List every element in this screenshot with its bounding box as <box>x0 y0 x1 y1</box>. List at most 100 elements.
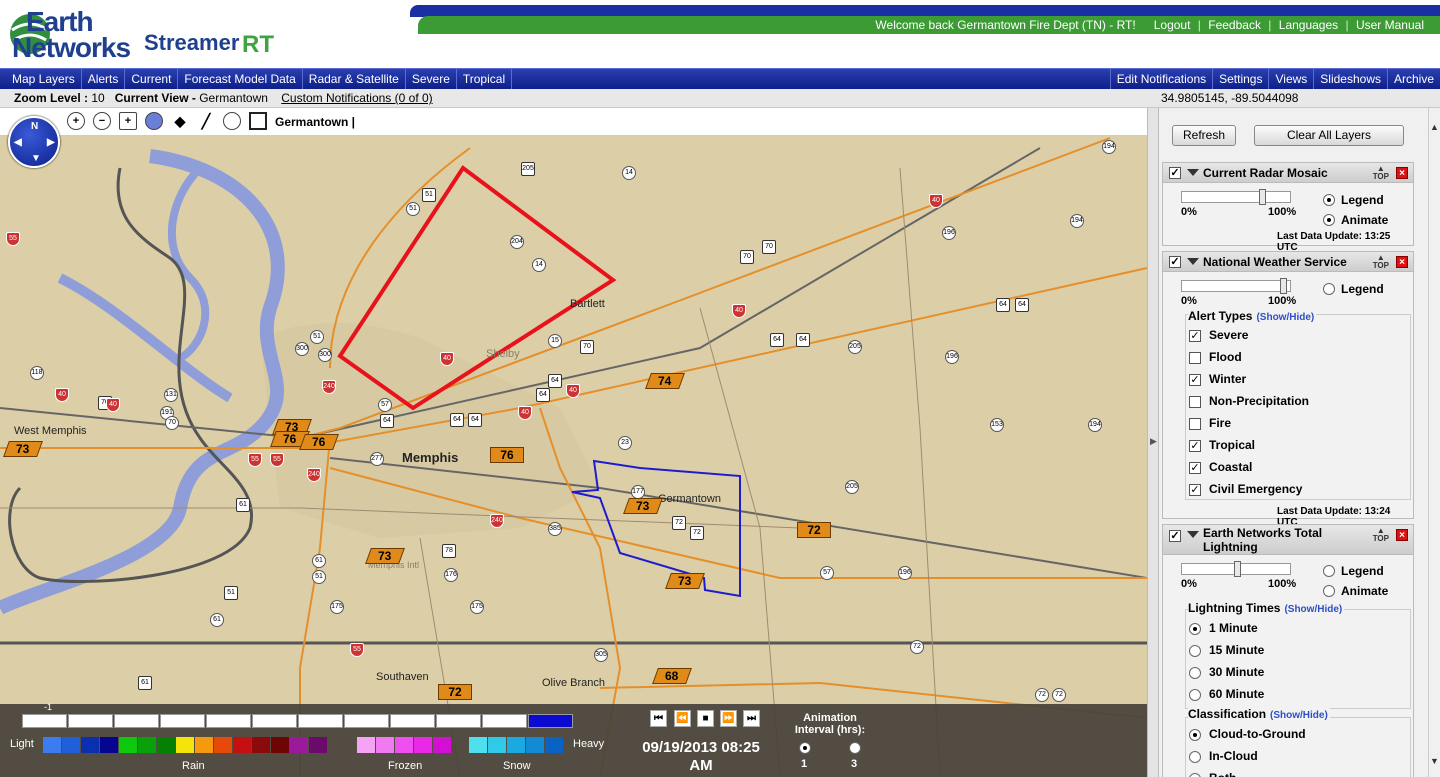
alert-type-checkbox[interactable] <box>1189 440 1201 452</box>
temp-observation[interactable]: 68 <box>652 668 692 684</box>
radar-legend-radio[interactable] <box>1323 194 1335 206</box>
classification-radio[interactable] <box>1189 751 1201 763</box>
radar-animate-radio[interactable] <box>1323 214 1335 226</box>
temp-observation[interactable]: 74 <box>645 373 685 389</box>
scroll-up-icon[interactable]: ▲ <box>1430 122 1439 132</box>
refresh-button[interactable]: Refresh <box>1172 125 1236 146</box>
lightning-times-show-hide-link[interactable]: (Show/Hide) <box>1284 604 1342 615</box>
scroll-down-icon[interactable]: ▼ <box>1430 756 1439 766</box>
lightning-time-radio[interactable] <box>1189 645 1201 657</box>
snow-swatch <box>507 737 525 753</box>
pan-compass-icon[interactable]: N ◀ ▶ ▼ <box>8 116 60 168</box>
panel-splitter[interactable]: ▶ <box>1147 108 1159 777</box>
temp-observation[interactable]: 73 <box>3 441 43 457</box>
lightning-time-radio[interactable] <box>1189 667 1201 679</box>
alert-type-checkbox[interactable] <box>1189 374 1201 386</box>
stop-button[interactable]: ■ <box>697 710 714 727</box>
alert-type-label: Fire <box>1209 416 1232 430</box>
nav-current[interactable]: Current <box>125 69 179 89</box>
fast-forward-button[interactable]: ⏩ <box>720 710 737 727</box>
alert-type-checkbox[interactable] <box>1189 396 1201 408</box>
last-frame-button[interactable]: ⏭ <box>743 710 760 727</box>
nav-map-layers[interactable]: Map Layers <box>0 69 82 89</box>
lightning-time-radio[interactable] <box>1189 689 1201 701</box>
alert-types-show-hide-link[interactable]: (Show/Hide) <box>1256 312 1314 323</box>
nav-settings[interactable]: Settings <box>1212 69 1268 89</box>
classification-radio[interactable] <box>1189 729 1201 741</box>
nav-radar-satellite[interactable]: Radar & Satellite <box>303 69 406 89</box>
interval-3-radio[interactable] <box>849 742 861 754</box>
alert-type-checkbox[interactable] <box>1189 330 1201 342</box>
lightning-opacity-thumb[interactable] <box>1233 561 1241 577</box>
radar-opacity-slider[interactable] <box>1181 189 1291 205</box>
draw-circle-icon[interactable] <box>223 112 241 130</box>
user-manual-link[interactable]: User Manual <box>1356 18 1424 32</box>
alert-type-checkbox[interactable] <box>1189 484 1201 496</box>
lightning-legend-radio[interactable] <box>1323 565 1335 577</box>
remove-layer-button[interactable]: × <box>1396 167 1408 179</box>
clear-all-layers-button[interactable]: Clear All Layers <box>1254 125 1404 146</box>
alert-type-checkbox[interactable] <box>1189 462 1201 474</box>
lightning-layer-checkbox[interactable] <box>1169 530 1181 542</box>
alert-type-checkbox[interactable] <box>1189 352 1201 364</box>
nav-edit-notifications[interactable]: Edit Notifications <box>1109 69 1212 89</box>
nws-legend-radio[interactable] <box>1323 283 1335 295</box>
temp-observation[interactable]: 73 <box>365 548 405 564</box>
remove-layer-button[interactable]: × <box>1396 256 1408 268</box>
nav-forecast-model-data[interactable]: Forecast Model Data <box>178 69 303 89</box>
legend-heavy-label: Heavy <box>573 738 605 750</box>
interstate-shield: 40 <box>55 388 69 402</box>
route-shield: 305 <box>594 648 608 662</box>
alert-type-checkbox[interactable] <box>1189 418 1201 430</box>
nws-layer-checkbox[interactable] <box>1169 256 1181 268</box>
zoom-box-icon[interactable]: + <box>119 112 137 130</box>
classification-label: In-Cloud <box>1209 749 1258 763</box>
map-canvas[interactable]: 205 14 51 51 40 204 14 55 194 194 196 70… <box>0 108 1147 777</box>
move-top-button[interactable]: ▲ TOP <box>1373 527 1389 543</box>
nav-alerts[interactable]: Alerts <box>82 69 126 89</box>
custom-notifications-link[interactable]: Custom Notifications (0 of 0) <box>281 91 432 105</box>
collapse-arrow-icon[interactable] <box>1187 531 1199 538</box>
nav-severe[interactable]: Severe <box>406 69 457 89</box>
first-frame-button[interactable]: ⏮ <box>650 710 667 727</box>
nws-opacity-thumb[interactable] <box>1279 278 1287 294</box>
interval-1-radio[interactable] <box>799 742 811 754</box>
temp-observation[interactable]: 73 <box>665 573 705 589</box>
route-shield: 175 <box>470 600 484 614</box>
rewind-button[interactable]: ⏪ <box>674 710 691 727</box>
nav-tropical[interactable]: Tropical <box>457 69 513 89</box>
sidebar-scrollbar[interactable]: ▲ ▼ <box>1428 108 1440 777</box>
collapse-arrow-icon[interactable] <box>1187 258 1199 265</box>
nav-archive[interactable]: Archive <box>1386 69 1440 89</box>
radar-layer-checkbox[interactable] <box>1169 167 1181 179</box>
interstate-shield: 240 <box>490 514 504 528</box>
radar-opacity-thumb[interactable] <box>1259 189 1267 205</box>
draw-line-icon[interactable]: ╱ <box>197 112 215 130</box>
nav-views[interactable]: Views <box>1268 69 1313 89</box>
zoom-in-icon[interactable]: + <box>67 112 85 130</box>
lightning-time-radio[interactable] <box>1189 623 1201 635</box>
classification-show-hide-link[interactable]: (Show/Hide) <box>1270 710 1328 721</box>
remove-layer-button[interactable]: × <box>1396 529 1408 541</box>
eraser-icon[interactable]: ◆ <box>171 112 189 130</box>
nav-slideshows[interactable]: Slideshows <box>1313 69 1387 89</box>
lightning-animate-radio[interactable] <box>1323 585 1335 597</box>
temp-observation[interactable]: 73 <box>623 498 663 514</box>
lightning-opacity-slider[interactable] <box>1181 561 1291 577</box>
temp-observation[interactable]: 76 <box>490 447 524 463</box>
logout-link[interactable]: Logout <box>1154 18 1191 32</box>
view-label: Current View - <box>114 91 196 105</box>
temp-observation[interactable]: 72 <box>797 522 831 538</box>
zoom-out-icon[interactable]: − <box>93 112 111 130</box>
temp-observation[interactable]: 76 <box>299 434 339 450</box>
radar-scale-cell <box>298 714 343 728</box>
languages-link[interactable]: Languages <box>1279 18 1338 32</box>
globe-view-icon[interactable] <box>145 112 163 130</box>
nws-opacity-slider[interactable] <box>1181 278 1291 294</box>
move-top-button[interactable]: ▲ TOP <box>1373 254 1389 270</box>
draw-rectangle-icon[interactable] <box>249 112 267 130</box>
move-top-button[interactable]: ▲ TOP <box>1373 165 1389 181</box>
temp-observation[interactable]: 72 <box>438 684 472 700</box>
collapse-arrow-icon[interactable] <box>1187 169 1199 176</box>
feedback-link[interactable]: Feedback <box>1208 18 1261 32</box>
